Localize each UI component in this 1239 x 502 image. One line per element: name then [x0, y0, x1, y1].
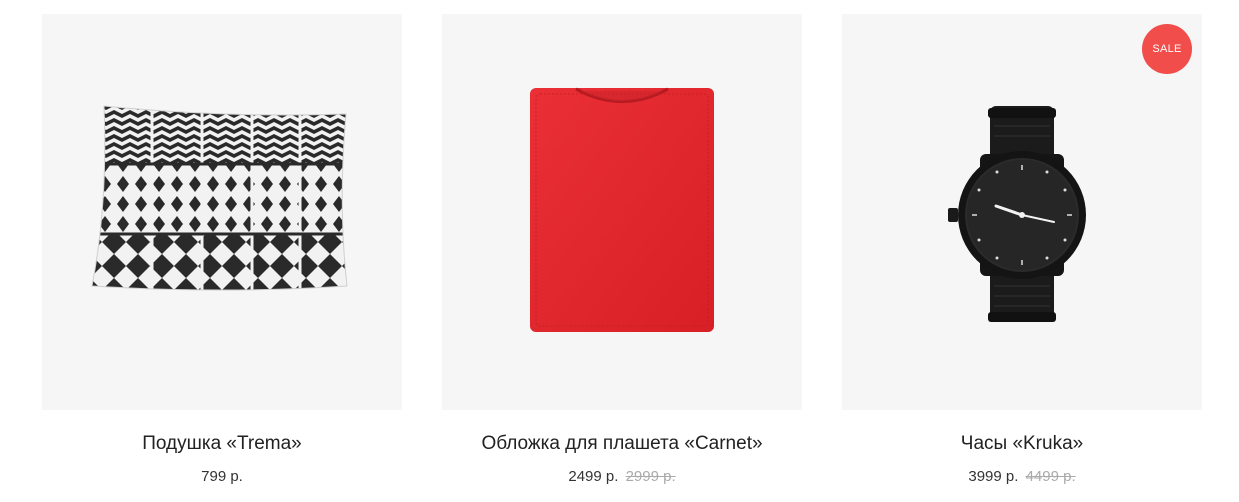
- product-prices: 3999 р. 4499 р.: [842, 467, 1202, 487]
- product-price: 799 р.: [201, 468, 243, 485]
- product-title[interactable]: Часы «Kruka»: [842, 432, 1202, 456]
- product-price: 2499 р.: [568, 468, 619, 485]
- pillow-image: [91, 105, 348, 291]
- product-grid: Подушка «Trema» 799 р. Обложка для плаше…: [42, 14, 1202, 487]
- product-old-price: 2999 р.: [625, 468, 676, 485]
- product-image-container[interactable]: [42, 14, 402, 410]
- product-card-watch[interactable]: SALE Часы «Kruka» 3999 р. 4499 р.: [842, 14, 1202, 487]
- product-prices: 2499 р. 2999 р.: [442, 467, 802, 487]
- product-prices: 799 р.: [42, 467, 402, 487]
- product-image-container[interactable]: SALE: [842, 14, 1202, 410]
- tablet-cover-image: [530, 87, 714, 332]
- product-price: 3999 р.: [968, 468, 1019, 485]
- product-image-container[interactable]: [442, 14, 802, 410]
- product-title[interactable]: Подушка «Trema»: [42, 432, 402, 456]
- product-old-price: 4499 р.: [1025, 468, 1076, 485]
- product-card-pillow[interactable]: Подушка «Trema» 799 р.: [42, 14, 402, 487]
- watch-image: [948, 106, 1086, 322]
- sale-badge: SALE: [1142, 24, 1192, 74]
- product-title[interactable]: Обложка для плашета «Carnet»: [442, 432, 802, 456]
- product-card-tablet-cover[interactable]: Обложка для плашета «Carnet» 2499 р. 299…: [442, 14, 802, 487]
